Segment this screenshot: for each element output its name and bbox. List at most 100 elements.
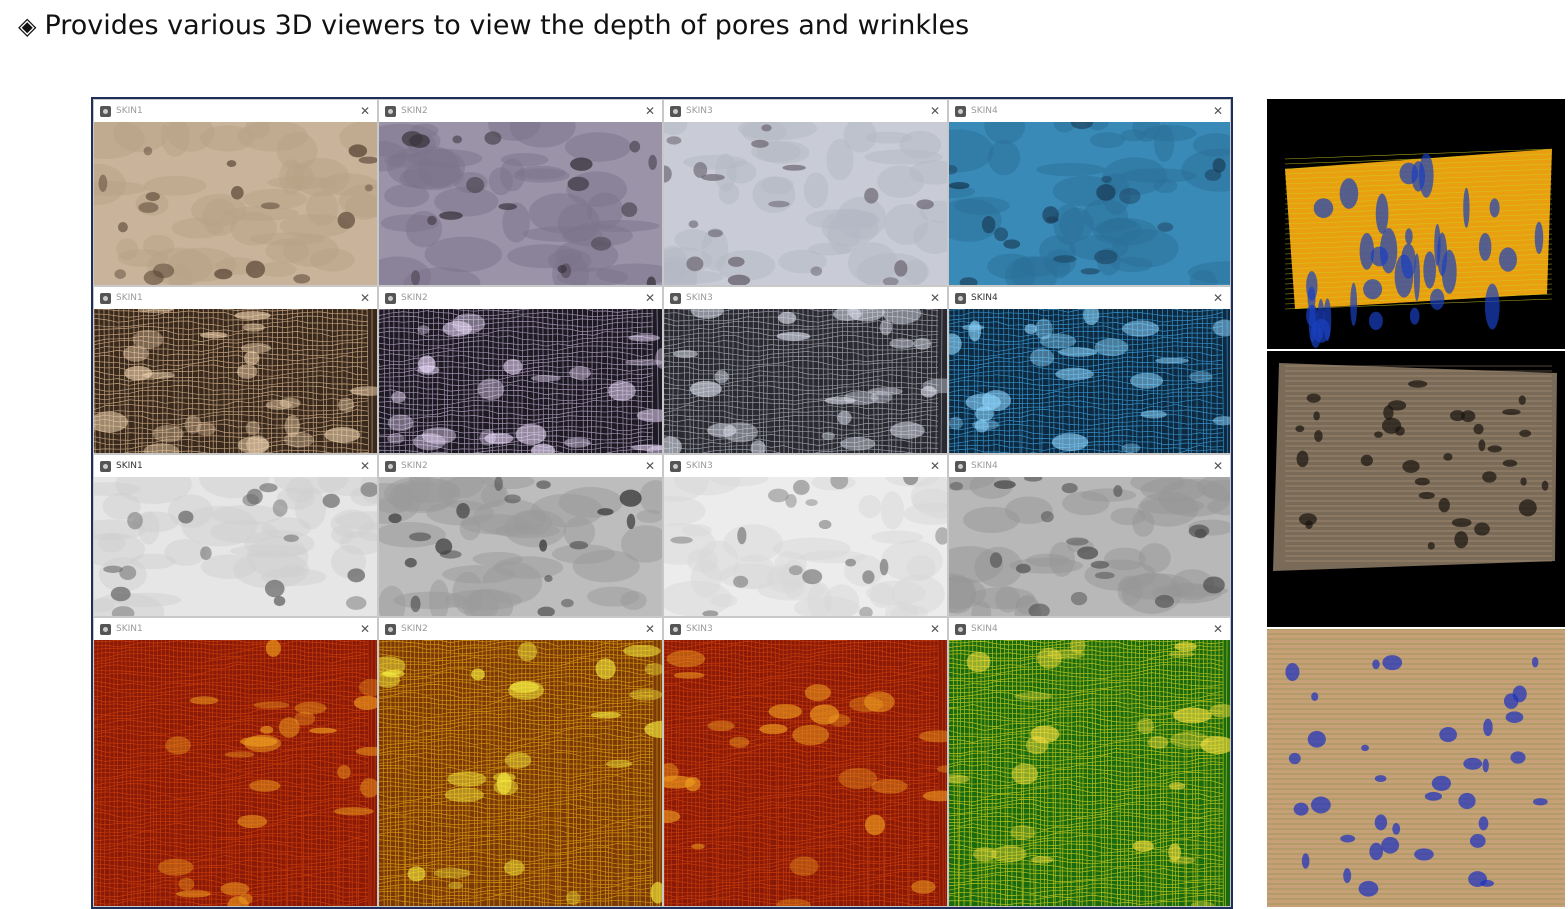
window-titlebar[interactable]: SKIN3 ✕ (664, 618, 947, 640)
page-heading: ◈ Provides various 3D viewers to view th… (18, 8, 969, 44)
close-icon[interactable]: ✕ (357, 291, 373, 305)
viewer-window-textured-2[interactable]: SKIN2 ✕ (378, 99, 663, 286)
close-icon[interactable]: ✕ (642, 291, 658, 305)
window-title: SKIN2 (401, 624, 428, 634)
window-titlebar[interactable]: SKIN1 ✕ (94, 287, 377, 309)
skin-surface-render (94, 640, 377, 906)
close-icon[interactable]: ✕ (642, 622, 658, 636)
app-icon (100, 460, 111, 472)
skin-3d-view-textured[interactable] (664, 122, 947, 285)
viewer-window-textured-4[interactable]: SKIN4 ✕ (948, 99, 1231, 286)
window-title: SKIN3 (686, 624, 713, 634)
viewer-window-heatwire-4[interactable]: SKIN4 ✕ (948, 617, 1231, 907)
window-titlebar[interactable]: SKIN4 ✕ (949, 100, 1230, 122)
viewer-window-shaded-4[interactable]: SKIN4 ✕ (948, 454, 1231, 617)
window-title: SKIN3 (686, 461, 713, 471)
app-icon (385, 292, 396, 304)
viewer-window-wireframe-1[interactable]: SKIN1 ✕ (93, 286, 378, 454)
skin-3d-view-wireframe[interactable] (949, 309, 1230, 453)
viewer-window-wireframe-4[interactable]: SKIN4 ✕ (948, 286, 1231, 454)
close-icon[interactable]: ✕ (357, 622, 373, 636)
close-icon[interactable]: ✕ (1210, 459, 1226, 473)
topography-3d-view (1267, 629, 1565, 907)
app-icon (955, 105, 966, 117)
window-titlebar[interactable]: SKIN4 ✕ (949, 618, 1230, 640)
viewer-window-textured-3[interactable]: SKIN3 ✕ (663, 99, 948, 286)
window-title: SKIN4 (971, 461, 998, 471)
skin-3d-view-shaded[interactable] (664, 477, 947, 616)
skin-3d-view-textured[interactable] (379, 122, 662, 285)
skin-surface-render (94, 122, 377, 285)
close-icon[interactable]: ✕ (1210, 622, 1226, 636)
window-title: SKIN1 (116, 106, 143, 116)
close-icon[interactable]: ✕ (1210, 104, 1226, 118)
close-icon[interactable]: ✕ (357, 104, 373, 118)
window-titlebar[interactable]: SKIN4 ✕ (949, 455, 1230, 477)
skin-3d-view-shaded[interactable] (94, 477, 377, 616)
skin-3d-view-heatwire[interactable] (94, 640, 377, 906)
skin-3d-view-wireframe[interactable] (664, 309, 947, 453)
viewer-window-shaded-2[interactable]: SKIN2 ✕ (378, 454, 663, 617)
skin-3d-view-shaded[interactable] (949, 477, 1230, 616)
window-titlebar[interactable]: SKIN1 ✕ (94, 100, 377, 122)
window-title: SKIN2 (401, 461, 428, 471)
window-titlebar[interactable]: SKIN2 ✕ (379, 287, 662, 309)
app-icon (100, 623, 111, 635)
skin-3d-view-heatwire[interactable] (949, 640, 1230, 906)
close-icon[interactable]: ✕ (927, 104, 943, 118)
close-icon[interactable]: ✕ (927, 291, 943, 305)
app-icon (670, 292, 681, 304)
window-titlebar[interactable]: SKIN1 ✕ (94, 455, 377, 477)
skin-surface-render (664, 477, 947, 616)
height-map-3d-view (1267, 99, 1565, 349)
app-icon (670, 105, 681, 117)
skin-3d-view-heatwire[interactable] (379, 640, 662, 906)
side-view-pore-mesh (1267, 351, 1565, 627)
window-titlebar[interactable]: SKIN3 ✕ (664, 100, 947, 122)
window-title: SKIN2 (401, 106, 428, 116)
close-icon[interactable]: ✕ (642, 459, 658, 473)
skin-surface-render (379, 122, 662, 285)
close-icon[interactable]: ✕ (927, 622, 943, 636)
viewer-window-heatwire-2[interactable]: SKIN2 ✕ (378, 617, 663, 907)
app-icon (100, 105, 111, 117)
window-titlebar[interactable]: SKIN2 ✕ (379, 100, 662, 122)
window-titlebar[interactable]: SKIN1 ✕ (94, 618, 377, 640)
skin-surface-render (94, 309, 377, 453)
viewer-window-wireframe-3[interactable]: SKIN3 ✕ (663, 286, 948, 454)
skin-3d-view-wireframe[interactable] (94, 309, 377, 453)
diamond-bullet-icon: ◈ (18, 12, 37, 40)
skin-surface-render (94, 477, 377, 616)
viewer-window-wireframe-2[interactable]: SKIN2 ✕ (378, 286, 663, 454)
skin-3d-view-shaded[interactable] (379, 477, 662, 616)
viewer-window-shaded-1[interactable]: SKIN1 ✕ (93, 454, 378, 617)
close-icon[interactable]: ✕ (1210, 291, 1226, 305)
skin-surface-render (949, 640, 1230, 906)
app-icon (670, 623, 681, 635)
app-icon (670, 460, 681, 472)
app-icon (955, 623, 966, 635)
window-titlebar[interactable]: SKIN3 ✕ (664, 455, 947, 477)
window-title: SKIN3 (686, 106, 713, 116)
window-titlebar[interactable]: SKIN3 ✕ (664, 287, 947, 309)
viewer-window-textured-1[interactable]: SKIN1 ✕ (93, 99, 378, 286)
skin-surface-render (664, 640, 947, 906)
side-view-topography (1267, 629, 1565, 907)
window-title: SKIN4 (971, 106, 998, 116)
viewer-window-shaded-3[interactable]: SKIN3 ✕ (663, 454, 948, 617)
window-titlebar[interactable]: SKIN2 ✕ (379, 618, 662, 640)
skin-3d-view-wireframe[interactable] (379, 309, 662, 453)
skin-3d-view-textured[interactable] (949, 122, 1230, 285)
close-icon[interactable]: ✕ (642, 104, 658, 118)
window-title: SKIN1 (116, 293, 143, 303)
skin-3d-view-heatwire[interactable] (664, 640, 947, 906)
viewer-window-heatwire-3[interactable]: SKIN3 ✕ (663, 617, 948, 907)
window-titlebar[interactable]: SKIN4 ✕ (949, 287, 1230, 309)
close-icon[interactable]: ✕ (927, 459, 943, 473)
viewer-window-heatwire-1[interactable]: SKIN1 ✕ (93, 617, 378, 907)
viewer-grid: SKIN1 ✕ SKIN2 ✕ SKIN3 ✕ SKIN4 ✕ SKIN1 ✕ SKIN2 ✕ SKIN… (91, 97, 1233, 909)
close-icon[interactable]: ✕ (357, 459, 373, 473)
skin-surface-render (379, 309, 662, 453)
skin-3d-view-textured[interactable] (94, 122, 377, 285)
window-titlebar[interactable]: SKIN2 ✕ (379, 455, 662, 477)
